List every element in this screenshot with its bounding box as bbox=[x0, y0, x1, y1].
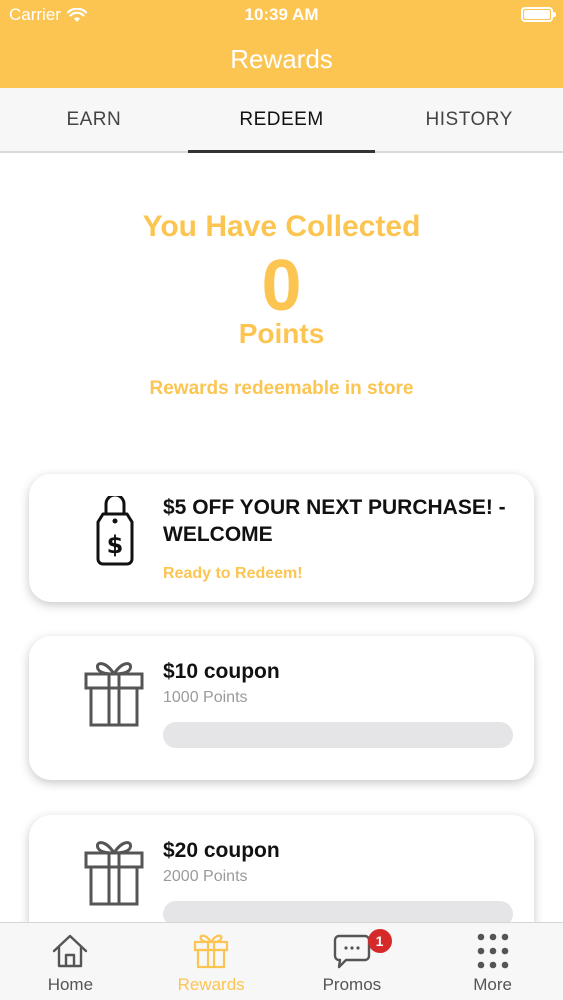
reward-title: $10 coupon bbox=[163, 660, 280, 683]
reward-card-10-coupon[interactable]: $10 coupon 1000 Points bbox=[29, 636, 534, 780]
reward-points: 2000 Points bbox=[163, 868, 248, 885]
page-title: Rewards bbox=[230, 44, 333, 74]
redeemable-note: Rewards redeemable in store bbox=[149, 378, 414, 399]
gift-icon bbox=[84, 662, 144, 727]
tab-history[interactable]: HISTORY bbox=[375, 88, 563, 151]
tabbar-label: Home bbox=[47, 975, 94, 994]
tabbar-label: More bbox=[473, 975, 512, 994]
nav-header: Carrier 10:39 AM Rewards bbox=[0, 0, 563, 88]
reward-card-welcome[interactable]: $ $5 OFF YOUR NEXT PURCHASE! - WELCOME R… bbox=[29, 474, 534, 602]
gift-icon bbox=[84, 841, 144, 906]
points-value: 0 bbox=[261, 246, 302, 326]
grid-dots-icon bbox=[477, 933, 508, 969]
reward-progress-bar bbox=[163, 722, 513, 748]
bottom-tab-bar: Home Rewards 1 Promos More bbox=[0, 922, 563, 1000]
notification-badge: 1 bbox=[367, 929, 392, 953]
battery-icon bbox=[521, 7, 556, 22]
price-tag-icon: $ bbox=[96, 496, 134, 566]
tabbar-home[interactable]: Home bbox=[0, 923, 141, 1000]
home-icon bbox=[53, 934, 88, 968]
tabbar-promos[interactable]: 1 Promos bbox=[282, 923, 423, 1000]
gift-icon bbox=[194, 934, 229, 969]
svg-text:$: $ bbox=[107, 531, 124, 559]
reward-title: $5 OFF YOUR NEXT PURCHASE! - WELCOME bbox=[163, 496, 506, 546]
rewards-tabs: EARN REDEEM HISTORY bbox=[0, 88, 563, 153]
tabbar-more[interactable]: More bbox=[422, 923, 563, 1000]
status-bar: Carrier 10:39 AM bbox=[0, 0, 563, 30]
tab-redeem[interactable]: REDEEM bbox=[187, 88, 376, 153]
reward-status: Ready to Redeem! bbox=[163, 565, 303, 582]
tabbar-label: Rewards bbox=[177, 975, 245, 994]
tabbar-rewards[interactable]: Rewards bbox=[141, 923, 282, 1000]
tab-earn[interactable]: EARN bbox=[0, 88, 188, 151]
status-time: 10:39 AM bbox=[244, 5, 319, 24]
reward-title: $20 coupon bbox=[163, 839, 280, 862]
reward-points: 1000 Points bbox=[163, 689, 248, 706]
chat-bubble-icon bbox=[333, 934, 371, 969]
points-summary: You Have Collected 0 Points Rewards rede… bbox=[0, 210, 563, 400]
points-label: Points bbox=[238, 318, 325, 349]
collected-label: You Have Collected bbox=[142, 210, 421, 243]
tabbar-label: Promos bbox=[322, 975, 382, 994]
